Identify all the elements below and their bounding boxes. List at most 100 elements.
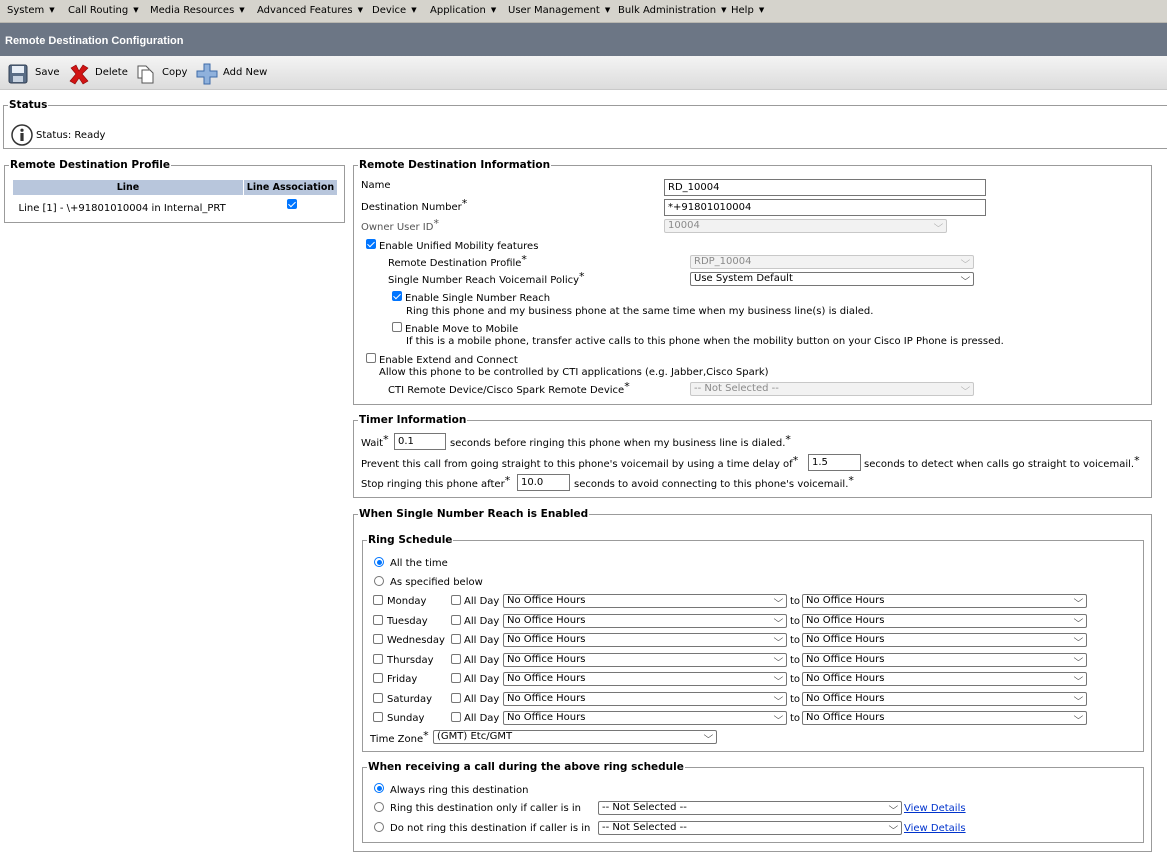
- day-checkbox[interactable]: [373, 595, 383, 605]
- all-day-label: All Day: [464, 655, 500, 666]
- chevron-down-icon: ⌵: [773, 615, 784, 625]
- to-label: to: [790, 655, 801, 666]
- chevron-down-icon: ⌵: [1073, 595, 1084, 605]
- day-checkbox[interactable]: [373, 673, 383, 683]
- from-time-select[interactable]: No Office Hours ⌵: [503, 653, 787, 667]
- all-day-checkbox[interactable]: [451, 693, 461, 703]
- menu-media-resources[interactable]: Media Resources ▼: [150, 5, 245, 16]
- ring-only-if-select[interactable]: -- Not Selected -- ⌵: [598, 801, 902, 815]
- name-input[interactable]: RD_10004: [664, 179, 986, 196]
- from-time-select[interactable]: No Office Hours ⌵: [503, 711, 787, 725]
- save-button[interactable]: Save: [8, 64, 60, 84]
- menu-help[interactable]: Help ▼: [731, 5, 764, 16]
- day-checkbox[interactable]: [373, 712, 383, 722]
- from-time-select[interactable]: No Office Hours ⌵: [503, 692, 787, 706]
- to-time-select[interactable]: No Office Hours ⌵: [802, 672, 1087, 686]
- as-specified-radio[interactable]: [374, 576, 384, 586]
- all-day-checkbox[interactable]: [451, 673, 461, 683]
- chevron-down-icon: ⌵: [773, 595, 784, 605]
- owner-user-id-value: 10004: [668, 220, 700, 231]
- chevron-down-icon: ⌵: [1073, 615, 1084, 625]
- menu-advanced-features[interactable]: Advanced Features ▼: [257, 5, 363, 16]
- from-time-select[interactable]: No Office Hours ⌵: [503, 594, 787, 608]
- to-time-select[interactable]: No Office Hours ⌵: [802, 692, 1087, 706]
- chevron-down-icon: ⌵: [773, 712, 784, 722]
- menu-device[interactable]: Device ▼: [372, 5, 417, 16]
- page-title: Remote Destination Configuration: [5, 35, 184, 47]
- all-day-checkbox[interactable]: [451, 595, 461, 605]
- time-zone-select[interactable]: (GMT) Etc/GMT ⌵: [433, 730, 717, 744]
- from-time-select[interactable]: No Office Hours ⌵: [503, 672, 787, 686]
- wait-label: Wait*: [361, 433, 389, 449]
- view-details-link[interactable]: View Details: [904, 803, 966, 814]
- to-time-select[interactable]: No Office Hours ⌵: [802, 653, 1087, 667]
- menu-application[interactable]: Application ▼: [430, 5, 496, 16]
- menu-system[interactable]: System ▼: [7, 5, 55, 16]
- enable-move-to-mobile-checkbox[interactable]: [392, 322, 402, 332]
- from-time-value: No Office Hours: [507, 634, 586, 645]
- all-day-checkbox[interactable]: [451, 712, 461, 722]
- do-not-ring-radio[interactable]: [374, 822, 384, 832]
- day-checkbox[interactable]: [373, 693, 383, 703]
- from-time-select[interactable]: No Office Hours ⌵: [503, 614, 787, 628]
- chevron-down-icon: ⌵: [1073, 693, 1084, 703]
- menu-call-routing[interactable]: Call Routing ▼: [68, 5, 139, 16]
- day-checkbox[interactable]: [373, 615, 383, 625]
- enable-unified-mobility-checkbox[interactable]: [366, 239, 376, 249]
- menu-bulk-administration[interactable]: Bulk Administration ▼: [618, 5, 727, 16]
- to-time-select[interactable]: No Office Hours ⌵: [802, 614, 1087, 628]
- view-details-link[interactable]: View Details: [904, 823, 966, 834]
- all-day-label: All Day: [464, 596, 500, 607]
- rdp-legend: Remote Destination Profile: [10, 159, 170, 171]
- prevent-voicemail-input[interactable]: 1.5: [808, 454, 861, 471]
- enable-extend-connect-checkbox[interactable]: [366, 353, 376, 363]
- all-day-checkbox[interactable]: [451, 615, 461, 625]
- to-time-select[interactable]: No Office Hours ⌵: [802, 711, 1087, 725]
- add-new-button[interactable]: Add New: [196, 63, 268, 85]
- chevron-down-icon: ⌵: [933, 220, 944, 230]
- line-cell: Line [1] - \+91801010004 in Internal_PRT: [18, 202, 226, 214]
- all-day-label: All Day: [464, 635, 500, 646]
- always-ring-radio[interactable]: [374, 783, 384, 793]
- rdp-table: Line Line Association Line [1] - \+91801…: [12, 179, 338, 220]
- all-day-checkbox[interactable]: [451, 654, 461, 664]
- delete-button[interactable]: Delete: [68, 64, 128, 85]
- day-label: Wednesday: [387, 635, 445, 646]
- to-time-select[interactable]: No Office Hours ⌵: [802, 594, 1087, 608]
- as-specified-label: As specified below: [390, 577, 483, 588]
- to-time-value: No Office Hours: [806, 712, 885, 723]
- to-label: to: [790, 616, 801, 627]
- enable-snr-checkbox[interactable]: [392, 291, 402, 301]
- destination-number-input[interactable]: *+91801010004: [664, 199, 986, 216]
- menu-label: Media Resources: [150, 5, 235, 16]
- wait-input[interactable]: 0.1: [394, 433, 446, 450]
- delete-icon: [69, 64, 89, 85]
- always-ring-label: Always ring this destination: [390, 785, 529, 796]
- to-label: to: [790, 694, 801, 705]
- chevron-down-icon: ⌵: [888, 802, 899, 812]
- chevron-down-icon: ▼: [239, 6, 245, 14]
- cti-remote-device-label: CTI Remote Device/Cisco Spark Remote Dev…: [388, 380, 630, 396]
- all-the-time-radio[interactable]: [374, 557, 384, 567]
- all-day-checkbox[interactable]: [451, 634, 461, 644]
- day-checkbox[interactable]: [373, 654, 383, 664]
- cti-remote-device-value: -- Not Selected --: [694, 383, 779, 394]
- to-time-select[interactable]: No Office Hours ⌵: [802, 633, 1087, 647]
- to-time-value: No Office Hours: [806, 615, 885, 626]
- chevron-down-icon: ⌵: [1073, 673, 1084, 683]
- col-line-association: Line Association: [243, 179, 338, 196]
- chevron-down-icon: ⌵: [888, 822, 899, 832]
- copy-button[interactable]: Copy: [136, 64, 188, 84]
- all-day-label: All Day: [464, 674, 500, 685]
- receiving-legend: When receiving a call during the above r…: [368, 761, 684, 773]
- snr-voicemail-policy-select[interactable]: Use System Default ⌵: [690, 272, 974, 286]
- line-association-checkbox[interactable]: [286, 199, 297, 209]
- from-time-select[interactable]: No Office Hours ⌵: [503, 633, 787, 647]
- chevron-down-icon: ⌵: [773, 634, 784, 644]
- from-time-value: No Office Hours: [507, 615, 586, 626]
- ring-only-if-radio[interactable]: [374, 802, 384, 812]
- do-not-ring-select[interactable]: -- Not Selected -- ⌵: [598, 821, 902, 835]
- stop-ringing-input[interactable]: 10.0: [517, 474, 570, 491]
- day-checkbox[interactable]: [373, 634, 383, 644]
- menu-user-management[interactable]: User Management ▼: [508, 5, 610, 16]
